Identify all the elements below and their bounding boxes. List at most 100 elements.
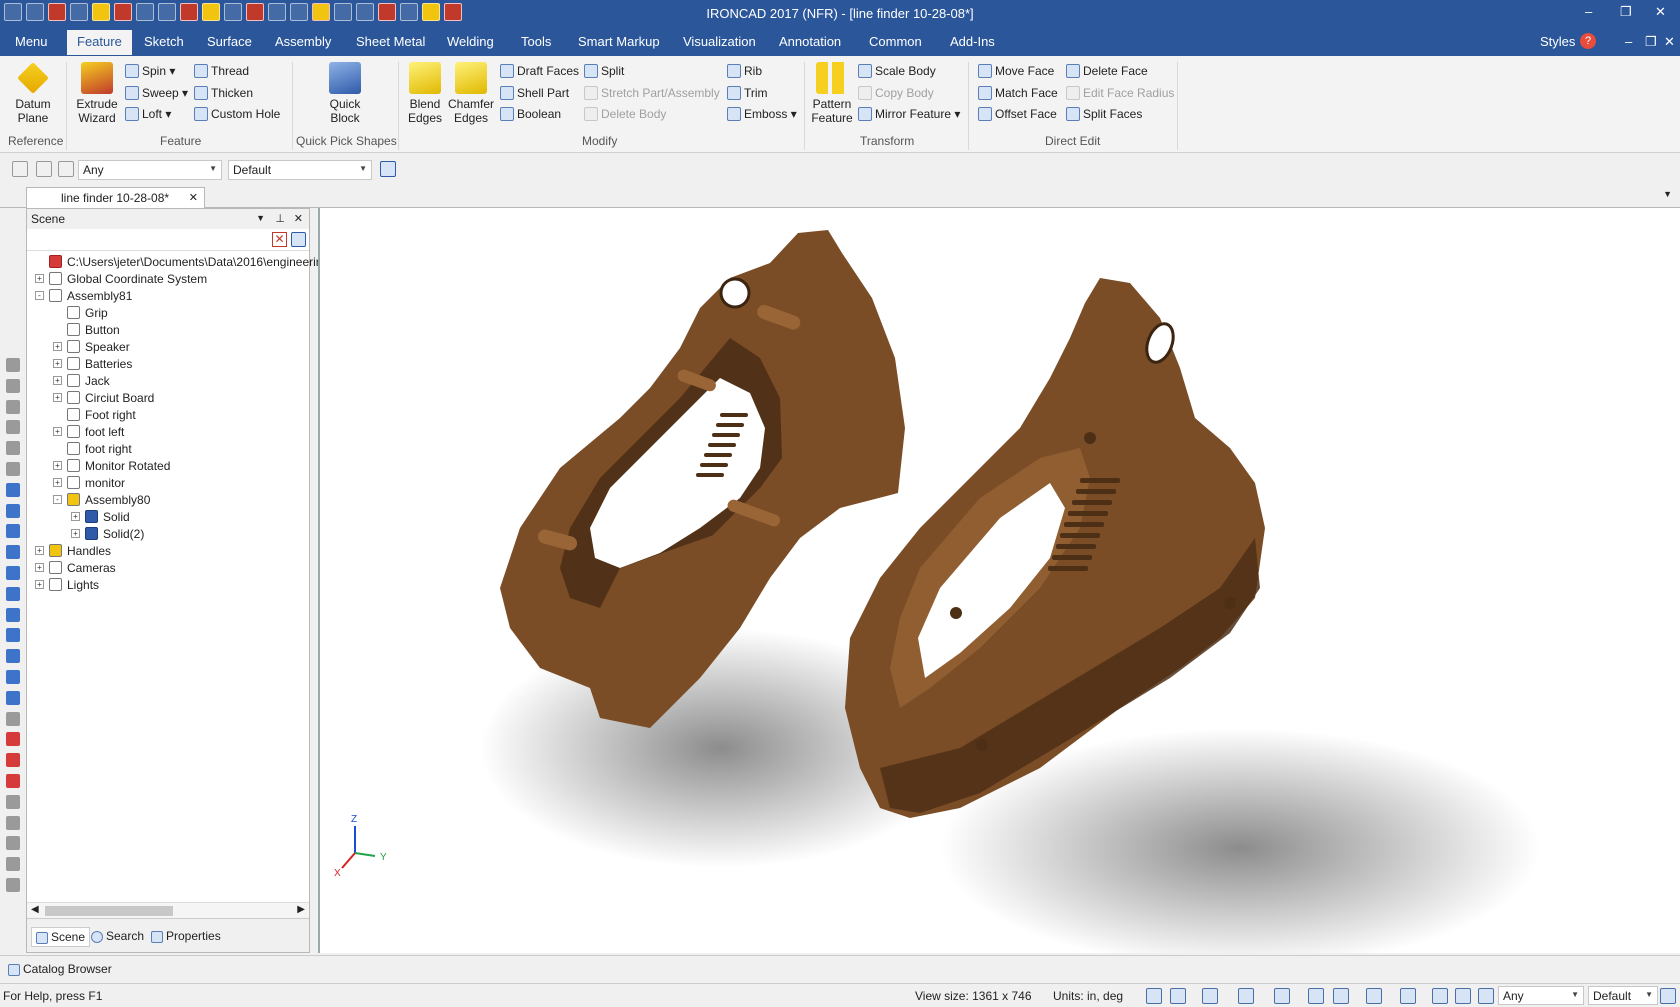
shell-part-button[interactable]: Shell Part — [500, 86, 569, 100]
trim-button[interactable]: Trim — [727, 86, 768, 100]
expand-icon[interactable]: + — [35, 274, 44, 283]
filter-dropdown[interactable]: Any ▼ — [78, 160, 222, 180]
view-front-icon[interactable] — [6, 482, 20, 497]
dock-icon[interactable] — [6, 399, 20, 414]
scroll-right-icon[interactable]: ▶ — [297, 904, 305, 915]
eye-icon[interactable] — [6, 753, 20, 768]
expand-icon[interactable]: + — [53, 342, 62, 351]
blend-edges-button[interactable]: Blend Edges — [404, 62, 446, 125]
expand-icon[interactable]: + — [35, 580, 44, 589]
view-top-icon[interactable] — [6, 566, 20, 580]
delete-face-button[interactable]: Delete Face — [1066, 64, 1148, 78]
sweep-button[interactable]: Sweep ▾ — [125, 86, 188, 100]
tab-welding[interactable]: Welding — [447, 34, 494, 49]
camera-icon[interactable] — [1274, 988, 1290, 1004]
collapse-icon[interactable]: - — [53, 495, 62, 504]
expand-icon[interactable]: + — [71, 512, 80, 521]
ruler-icon[interactable] — [6, 878, 20, 892]
zoom-icon[interactable] — [1146, 988, 1162, 1004]
tree-item[interactable]: C:\Users\jeter\Documents\Data\2016\engin… — [27, 253, 322, 270]
chevron-down-icon[interactable]: ▼ — [1663, 189, 1672, 199]
wire-icon[interactable] — [6, 649, 20, 664]
anchor-icon[interactable] — [6, 732, 20, 747]
tab-feature[interactable]: Feature — [67, 30, 132, 55]
move-face-button[interactable]: Move Face — [978, 64, 1054, 78]
tree-item[interactable]: - Assembly81 — [27, 287, 309, 304]
match-face-button[interactable]: Match Face — [978, 86, 1058, 100]
select-arrow-icon[interactable] — [36, 161, 52, 177]
tree-item[interactable]: + Jack — [27, 372, 309, 389]
chamfer-edges-button[interactable]: Chamfer Edges — [448, 62, 494, 125]
emboss-button[interactable]: Emboss ▾ — [727, 107, 797, 121]
view-cube-icon[interactable] — [1238, 988, 1254, 1004]
view-bottom-icon[interactable] — [6, 586, 20, 601]
scroll-left-icon[interactable]: ◀ — [31, 904, 39, 915]
tree-item[interactable]: + Global Coordinate System — [27, 270, 309, 287]
custom-hole-button[interactable]: Custom Hole — [194, 107, 280, 121]
expand-icon[interactable]: + — [71, 529, 80, 538]
select-mode-icon[interactable] — [1478, 988, 1494, 1004]
rotate-icon[interactable] — [6, 815, 20, 830]
select-mode-icon[interactable] — [58, 161, 74, 177]
collapse-icon[interactable]: - — [35, 291, 44, 300]
pattern-feature-button[interactable]: Pattern Feature — [810, 62, 854, 125]
chevron-down-icon[interactable]: ▼ — [256, 213, 265, 223]
pan-icon[interactable] — [6, 857, 20, 872]
tree-item[interactable]: + Handles — [27, 542, 309, 559]
rib-button[interactable]: Rib — [727, 64, 762, 78]
quick-block-button[interactable]: Quick Block — [320, 62, 370, 125]
copy-body-button[interactable]: Copy Body — [858, 86, 934, 100]
toggle-icon[interactable] — [6, 420, 20, 435]
snap-icon[interactable] — [6, 462, 20, 476]
minimize-button[interactable]: – — [1585, 4, 1592, 19]
boolean-button[interactable]: Boolean — [500, 107, 561, 121]
shade-icon[interactable] — [6, 628, 20, 643]
hierarchy-icon[interactable] — [380, 161, 396, 177]
restore-button[interactable]: ❐ — [1620, 4, 1632, 20]
expand-icon[interactable]: + — [53, 478, 62, 487]
shading-icon[interactable] — [1400, 988, 1416, 1004]
catalog-browser-tab[interactable]: Catalog Browser — [8, 962, 112, 976]
tree-item[interactable]: + Circiut Board — [27, 389, 309, 406]
mirror-feature-button[interactable]: Mirror Feature ▾ — [858, 107, 960, 121]
status-filter-dropdown[interactable]: Any ▼ — [1498, 986, 1584, 1005]
doc-minimize-button[interactable]: – — [1625, 34, 1632, 49]
tab-smart-markup[interactable]: Smart Markup — [578, 34, 660, 49]
tree-item[interactable]: + foot left — [27, 423, 309, 440]
close-tab-icon[interactable]: ✕ — [189, 191, 198, 204]
display-style-icon[interactable] — [1333, 988, 1349, 1004]
tree-item[interactable]: + monitor — [27, 474, 309, 491]
view-orient-icon[interactable] — [1202, 988, 1218, 1004]
close-button[interactable]: ✕ — [1655, 4, 1666, 20]
tab-surface[interactable]: Surface — [207, 34, 252, 49]
split-faces-button[interactable]: Split Faces — [1066, 107, 1142, 121]
tree-item[interactable]: + Cameras — [27, 559, 309, 576]
tree-item[interactable]: foot right — [27, 440, 309, 457]
tab-assembly[interactable]: Assembly — [275, 34, 331, 49]
measure-icon[interactable] — [6, 711, 20, 726]
spin-view-icon[interactable] — [6, 836, 20, 851]
select-arrow-icon[interactable] — [1455, 988, 1471, 1004]
loft-button[interactable]: Loft ▾ — [125, 107, 171, 121]
tab-common[interactable]: Common — [869, 34, 922, 49]
tab-menu[interactable]: Menu — [15, 34, 48, 49]
spin-button[interactable]: Spin ▾ — [125, 64, 175, 78]
tree-item[interactable]: + Speaker — [27, 338, 309, 355]
thicken-button[interactable]: Thicken — [194, 86, 253, 100]
hierarchy-icon[interactable] — [1660, 988, 1676, 1004]
view-iso-icon[interactable] — [6, 607, 20, 622]
hidden-line-icon[interactable] — [6, 670, 20, 684]
delete-body-button[interactable]: Delete Body — [584, 107, 666, 121]
tree-item[interactable]: Grip — [27, 304, 309, 321]
section-view-icon[interactable] — [1366, 988, 1382, 1004]
expand-icon[interactable]: + — [53, 427, 62, 436]
tree-item[interactable]: + Batteries — [27, 355, 309, 372]
pin-icon[interactable] — [6, 358, 20, 372]
3d-viewport[interactable]: Z Y X — [318, 208, 1680, 953]
close-icon[interactable]: ✕ — [294, 212, 303, 225]
extrude-wizard-button[interactable]: Extrude Wizard — [72, 62, 122, 125]
pin-icon[interactable] — [12, 161, 28, 177]
tree-item[interactable]: + Solid — [27, 508, 309, 525]
move-icon[interactable] — [6, 378, 20, 393]
horizontal-scrollbar[interactable]: ◀ ▶ — [27, 902, 309, 918]
